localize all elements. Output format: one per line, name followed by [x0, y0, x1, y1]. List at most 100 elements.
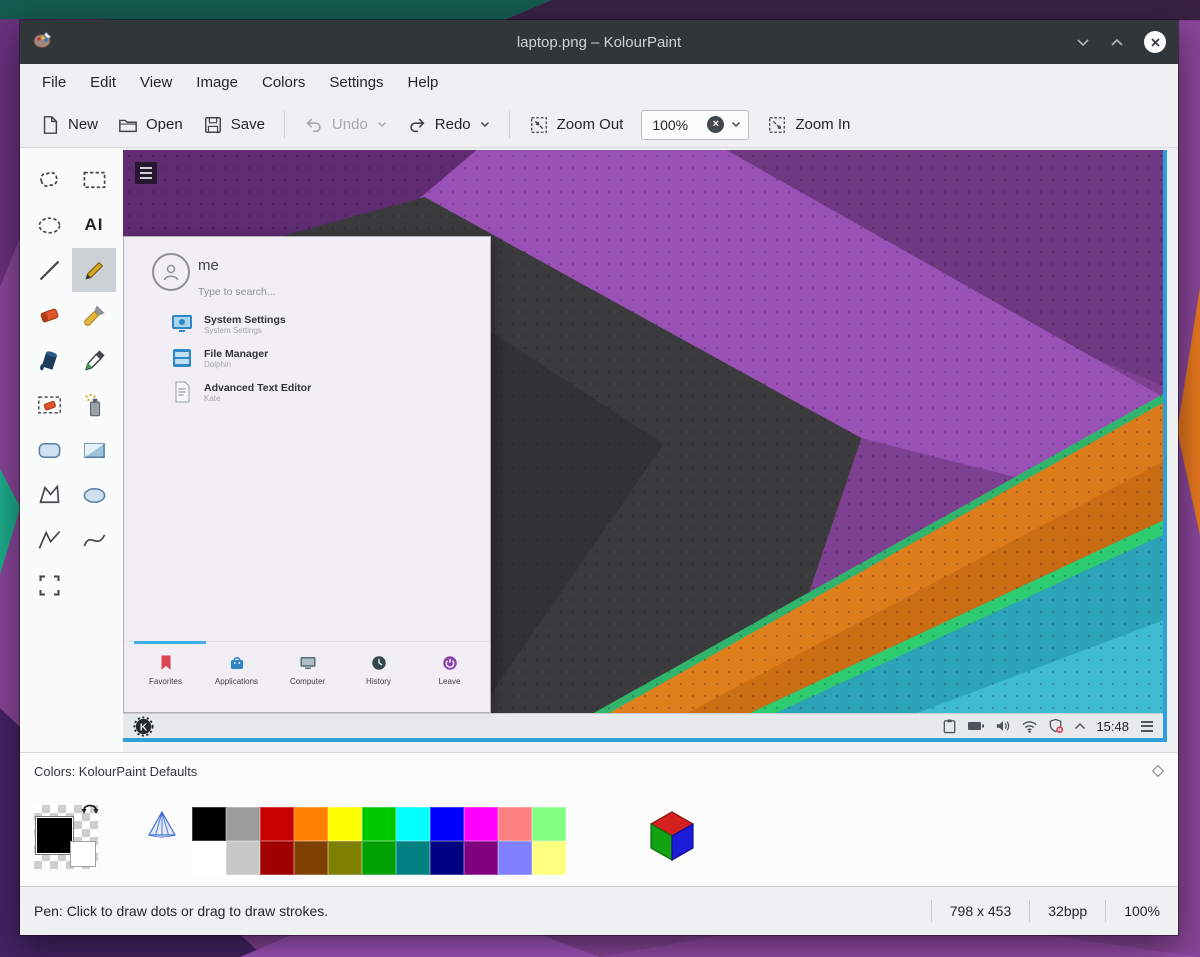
palette-color[interactable]: [192, 807, 226, 841]
tool-selection-free-form[interactable]: [27, 158, 71, 202]
palette-color[interactable]: [396, 807, 430, 841]
save-button[interactable]: Save: [193, 109, 275, 141]
image-app-row: System Settings System Settings: [170, 311, 311, 337]
tool-connected-lines[interactable]: [27, 518, 71, 562]
security-shield-icon: [1048, 718, 1064, 734]
palette-color[interactable]: [362, 841, 396, 875]
palette-color[interactable]: [192, 841, 226, 875]
color-similarity-cube-icon[interactable]: [645, 809, 699, 868]
tool-line[interactable]: [27, 248, 71, 292]
bookmark-icon: [157, 654, 175, 672]
status-zoom: 100%: [1106, 903, 1164, 919]
palette-color[interactable]: [464, 841, 498, 875]
zoom-in-button[interactable]: Zoom In: [757, 109, 860, 141]
toolbar-separator: [284, 111, 285, 138]
palette-color[interactable]: [532, 841, 566, 875]
maximize-button[interactable]: [1110, 38, 1124, 47]
palette-color[interactable]: [430, 841, 464, 875]
tool-box: AI: [20, 148, 123, 752]
tool-eraser[interactable]: [27, 293, 71, 337]
background-swatch[interactable]: [70, 841, 96, 867]
titlebar[interactable]: laptop.png – KolourPaint: [20, 20, 1178, 64]
foreground-swatch[interactable]: [36, 817, 73, 854]
palette-color[interactable]: [260, 807, 294, 841]
image-tab-computer: Computer: [272, 654, 343, 686]
tool-ellipse[interactable]: [72, 473, 116, 517]
redo-history-chevron[interactable]: [480, 121, 490, 128]
redo-icon: [407, 115, 427, 135]
palette-color[interactable]: [328, 841, 362, 875]
tool-flood-fill[interactable]: [27, 338, 71, 382]
palette-color[interactable]: [430, 807, 464, 841]
menubar: File Edit View Image Colors Settings Hel…: [20, 64, 1178, 102]
menu-colors[interactable]: Colors: [250, 64, 317, 102]
tool-selection-rectangular[interactable]: [72, 158, 116, 202]
close-button[interactable]: [1144, 31, 1166, 53]
palette-color[interactable]: [294, 807, 328, 841]
computer-icon: [299, 654, 317, 672]
zoom-in-icon: [767, 115, 787, 135]
menu-help[interactable]: Help: [396, 64, 451, 102]
clear-zoom-icon[interactable]: ×: [707, 116, 724, 133]
palette-color[interactable]: [532, 807, 566, 841]
canvas[interactable]: me Type to search... System Settings: [123, 150, 1163, 738]
image-tab-favorites: Favorites: [130, 654, 201, 686]
image-user-name: me: [198, 257, 219, 274]
colors-dock: Colors: KolourPaint Defaults: [20, 752, 1178, 886]
palette-color[interactable]: [362, 807, 396, 841]
image-app-row: Advanced Text Editor Kate: [170, 379, 311, 405]
image-app-list: System Settings System Settings: [170, 311, 311, 405]
palette-color[interactable]: [226, 841, 260, 875]
tool-selection-elliptical[interactable]: [27, 203, 71, 247]
canvas-border-right[interactable]: [1163, 150, 1167, 742]
tool-curve[interactable]: [72, 518, 116, 562]
menu-view[interactable]: View: [128, 64, 184, 102]
status-color-depth: 32bpp: [1030, 903, 1105, 919]
status-message: Pen: Click to draw dots or drag to draw …: [34, 903, 931, 919]
tool-spraycan[interactable]: [72, 383, 116, 427]
palette-color[interactable]: [396, 841, 430, 875]
menu-settings[interactable]: Settings: [317, 64, 395, 102]
zoom-combobox[interactable]: 100% ×: [641, 110, 749, 140]
applications-icon: [228, 654, 246, 672]
swap-colors-icon[interactable]: [80, 801, 100, 820]
dock-float-icon[interactable]: [1152, 765, 1164, 777]
palette-color[interactable]: [294, 841, 328, 875]
palette-color[interactable]: [328, 807, 362, 841]
redo-button[interactable]: Redo: [397, 109, 500, 141]
menu-image[interactable]: Image: [184, 64, 250, 102]
image-active-tab-indicator: [134, 641, 206, 644]
tool-pen[interactable]: [72, 248, 116, 292]
foreground-background-swatch[interactable]: [34, 805, 98, 869]
open-button[interactable]: Open: [108, 109, 193, 141]
palette-color[interactable]: [260, 841, 294, 875]
tool-color-eraser[interactable]: [27, 383, 71, 427]
palette-color[interactable]: [226, 807, 260, 841]
undo-history-chevron[interactable]: [377, 121, 387, 128]
save-floppy-icon: [203, 115, 223, 135]
text-editor-icon: [170, 380, 194, 404]
menu-edit[interactable]: Edit: [78, 64, 128, 102]
undo-icon: [304, 115, 324, 135]
shade-button[interactable]: [1076, 38, 1090, 47]
tool-brush[interactable]: [72, 293, 116, 337]
canvas-border-bottom[interactable]: [123, 738, 1167, 742]
tool-rounded-rectangle[interactable]: [27, 428, 71, 472]
tool-rectangle[interactable]: [72, 428, 116, 472]
palette-color[interactable]: [464, 807, 498, 841]
undo-button[interactable]: Undo: [294, 109, 397, 141]
tool-text[interactable]: AI: [72, 203, 116, 247]
caret-up-icon: [1074, 722, 1086, 730]
color-similarity-prism-icon[interactable]: [146, 809, 178, 844]
tool-color-picker[interactable]: [72, 338, 116, 382]
menu-file[interactable]: File: [30, 64, 78, 102]
palette-color[interactable]: [498, 841, 532, 875]
tool-zoom[interactable]: [27, 563, 71, 607]
new-button[interactable]: New: [30, 109, 108, 141]
image-desktop-menu-icon: [135, 162, 157, 184]
zoom-out-icon: [529, 115, 549, 135]
zoom-out-button[interactable]: Zoom Out: [519, 109, 634, 141]
palette-color[interactable]: [498, 807, 532, 841]
tool-polygon[interactable]: [27, 473, 71, 517]
colors-dock-title: Colors: KolourPaint Defaults: [34, 764, 197, 779]
